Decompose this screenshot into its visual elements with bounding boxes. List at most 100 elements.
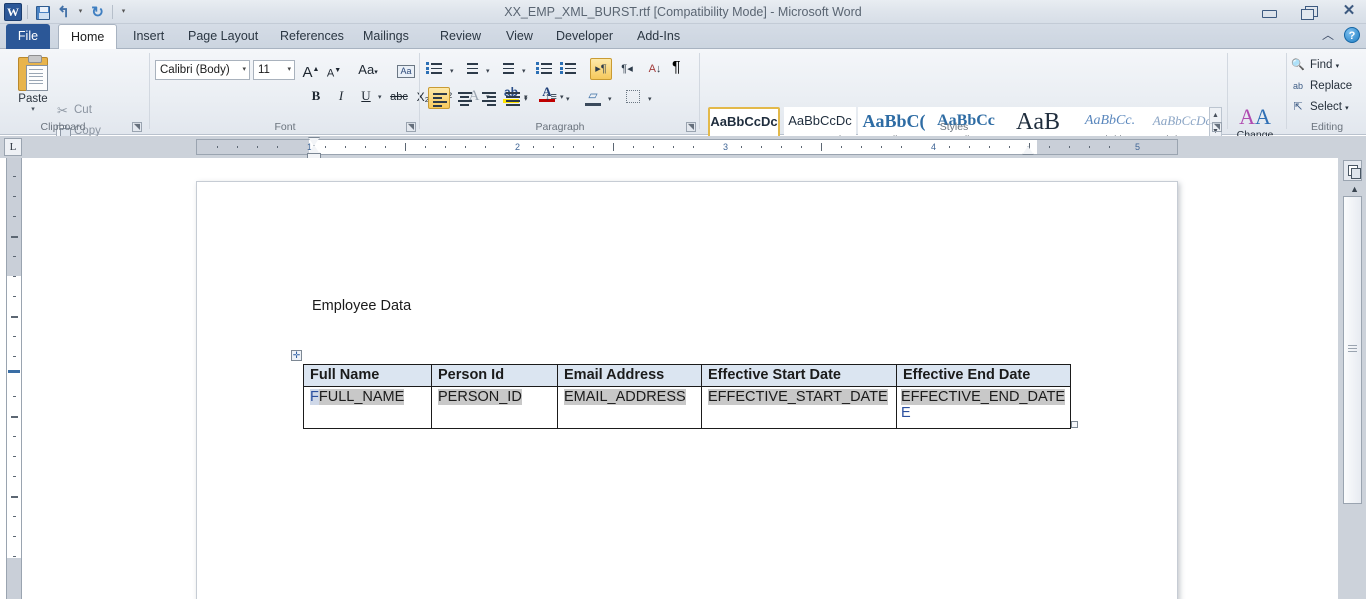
ribbon-group-paragraph: ▾ ▾ ▾ ▸¶ ¶◂ A↓ ¶ ▾ ↕≡ ▾ ▱ ▾ ▾ Paragraph …	[420, 49, 700, 135]
bold-button[interactable]: B	[305, 85, 327, 107]
ltr-text-direction-icon[interactable]: ▸¶	[590, 58, 612, 80]
ribbon-right-buttons: ︿ ?	[1322, 26, 1360, 43]
italic-button[interactable]: I	[330, 85, 352, 107]
minimize-icon[interactable]	[1256, 2, 1282, 20]
ruler-left-margin	[197, 140, 309, 154]
numbering-icon[interactable]	[464, 59, 486, 81]
vertical-scrollbar[interactable]: ▲	[1338, 158, 1366, 599]
table-header-row: Full Name Person Id Email Address Effect…	[303, 364, 1072, 387]
scrollbar-grip	[1348, 345, 1357, 354]
align-right-icon[interactable]	[478, 87, 500, 109]
table-cell-effective-start-date[interactable]: EFFECTIVE_START_DATE	[701, 386, 897, 429]
multilevel-list-icon[interactable]	[500, 59, 522, 81]
find-button[interactable]: 🔍 Find ▾	[1290, 55, 1339, 75]
font-name-combo[interactable]: Calibri (Body) ▾	[155, 60, 250, 80]
paste-dropdown-icon[interactable]: ▾	[8, 105, 58, 113]
tab-add-ins[interactable]: Add-Ins	[625, 24, 692, 49]
increase-indent-icon[interactable]	[560, 59, 584, 81]
font-dialog-launcher[interactable]: ◥	[406, 122, 416, 132]
strikethrough-button[interactable]: abc	[388, 86, 410, 108]
chevron-down-icon[interactable]: ▾	[242, 61, 246, 79]
window-controls: ✕	[1256, 2, 1362, 20]
vertical-ruler[interactable]	[6, 158, 22, 599]
clear-formatting-button[interactable]: Aa	[395, 59, 417, 81]
line-spacing-icon[interactable]: ↕≡	[540, 87, 562, 109]
shading-icon[interactable]: ▱	[582, 87, 604, 109]
employee-data-table[interactable]: Full Name Person Id Email Address Effect…	[303, 364, 1072, 429]
ribbon-group-font: Calibri (Body) ▾ 11 ▾ A▲ A▼ Aa▾ Aa B I U…	[150, 49, 564, 135]
sort-icon[interactable]: A↓	[644, 59, 666, 81]
shrink-font-button[interactable]: A▼	[324, 60, 344, 82]
ruler-right-margin	[1037, 140, 1177, 154]
editing-group-label: Editing	[1310, 121, 1344, 133]
borders-icon[interactable]	[622, 87, 644, 109]
font-group-label: Font	[274, 121, 296, 133]
ruler-num-2: 2	[515, 142, 521, 152]
table-cell-person-id[interactable]: PERSON_ID	[431, 386, 558, 429]
paste-button[interactable]: Paste ▾	[8, 55, 58, 119]
underline-button[interactable]: U	[355, 85, 377, 107]
restore-icon[interactable]	[1296, 2, 1322, 20]
tab-mailings[interactable]: Mailings	[351, 24, 421, 49]
align-left-icon[interactable]	[428, 87, 450, 109]
clipboard-icon	[18, 55, 48, 91]
justify-icon[interactable]	[502, 87, 524, 109]
cut-label: Cut	[74, 104, 92, 116]
tab-page-layout[interactable]: Page Layout	[176, 24, 270, 49]
document-page[interactable]: Employee Data ✛ Full Name Person Id Emai…	[196, 181, 1178, 599]
select-button[interactable]: ⇱ Select ▾	[1290, 97, 1348, 117]
bullets-dropdown-icon[interactable]: ▾	[450, 67, 454, 75]
table-move-handle-icon[interactable]: ✛	[291, 350, 302, 361]
grow-font-button[interactable]: A▲	[300, 59, 322, 81]
field-value-email-address: EMAIL_ADDRESS	[564, 389, 686, 405]
select-browse-object-icon[interactable]	[1343, 160, 1362, 181]
borders-dropdown-icon[interactable]: ▾	[648, 95, 652, 103]
field-value-effective-end-date: EFFECTIVE_END_DATE	[901, 389, 1066, 405]
font-size-value: 11	[258, 64, 270, 76]
table-header-effective-end-date: Effective End Date	[895, 364, 1072, 387]
close-icon[interactable]: ✕	[1336, 2, 1362, 20]
justify-dropdown-icon[interactable]: ▾	[524, 95, 528, 103]
cut-button[interactable]: ✂ Cut	[52, 101, 92, 120]
ruler-area: L 1 2 3 4 5	[0, 136, 1366, 160]
tab-insert[interactable]: Insert	[121, 24, 176, 49]
replace-button[interactable]: ab Replace	[1290, 76, 1352, 96]
scroll-up-icon[interactable]: ▲	[1350, 184, 1359, 194]
chevron-down-icon-2[interactable]: ▾	[287, 61, 291, 79]
show-formatting-marks-icon[interactable]: ¶	[672, 59, 694, 81]
tab-developer[interactable]: Developer	[544, 24, 625, 49]
tab-home[interactable]: Home	[58, 24, 118, 50]
table-cell-effective-end-date[interactable]: EFFECTIVE_END_DATE E	[895, 386, 1072, 429]
underline-dropdown-icon[interactable]: ▾	[378, 93, 382, 101]
chevron-up-icon[interactable]: ︿	[1322, 26, 1334, 43]
numbering-dropdown-icon[interactable]: ▾	[486, 67, 490, 75]
field-value-full-name: FULL_NAME	[318, 389, 405, 405]
tab-review[interactable]: Review	[428, 24, 493, 49]
tab-file[interactable]: File	[6, 24, 50, 49]
table-cell-full-name[interactable]: FFULL_NAME	[303, 386, 432, 429]
bullets-icon[interactable]	[426, 59, 450, 81]
field-value-effective-start-date: EFFECTIVE_START_DATE	[708, 389, 888, 405]
change-styles-icon: AA	[1239, 104, 1271, 129]
shading-dropdown-icon[interactable]: ▾	[608, 95, 612, 103]
tab-stop-selector[interactable]: L	[4, 138, 22, 156]
tab-view[interactable]: View	[494, 24, 545, 49]
styles-dialog-launcher[interactable]: ◥	[1212, 122, 1222, 132]
table-resize-handle-icon[interactable]	[1071, 421, 1078, 428]
decrease-indent-icon[interactable]	[536, 59, 560, 81]
ribbon: Paste ▾ ✂ Cut Copy 🖌 Format Painter Clip…	[0, 49, 1366, 161]
help-icon[interactable]: ?	[1344, 26, 1360, 43]
align-center-icon[interactable]	[454, 87, 476, 109]
tab-references[interactable]: References	[268, 24, 356, 49]
line-spacing-dropdown-icon[interactable]: ▾	[566, 95, 570, 103]
multilevel-dropdown-icon[interactable]: ▾	[522, 67, 526, 75]
scrollbar-thumb[interactable]	[1344, 197, 1361, 503]
ribbon-group-styles: AaBbCcDc ¶ Normal AaBbCcDc ¶ No Spaci...…	[700, 49, 1228, 157]
rtl-text-direction-icon[interactable]: ¶◂	[616, 59, 638, 81]
vruler-bottom-margin	[7, 558, 21, 599]
clipboard-dialog-launcher[interactable]: ◥	[132, 122, 142, 132]
table-cell-email-address[interactable]: EMAIL_ADDRESS	[557, 386, 702, 429]
font-size-combo[interactable]: 11 ▾	[253, 60, 295, 80]
scrollbar-track[interactable]	[1343, 196, 1362, 504]
change-case-button[interactable]: Aa▾	[353, 59, 383, 81]
